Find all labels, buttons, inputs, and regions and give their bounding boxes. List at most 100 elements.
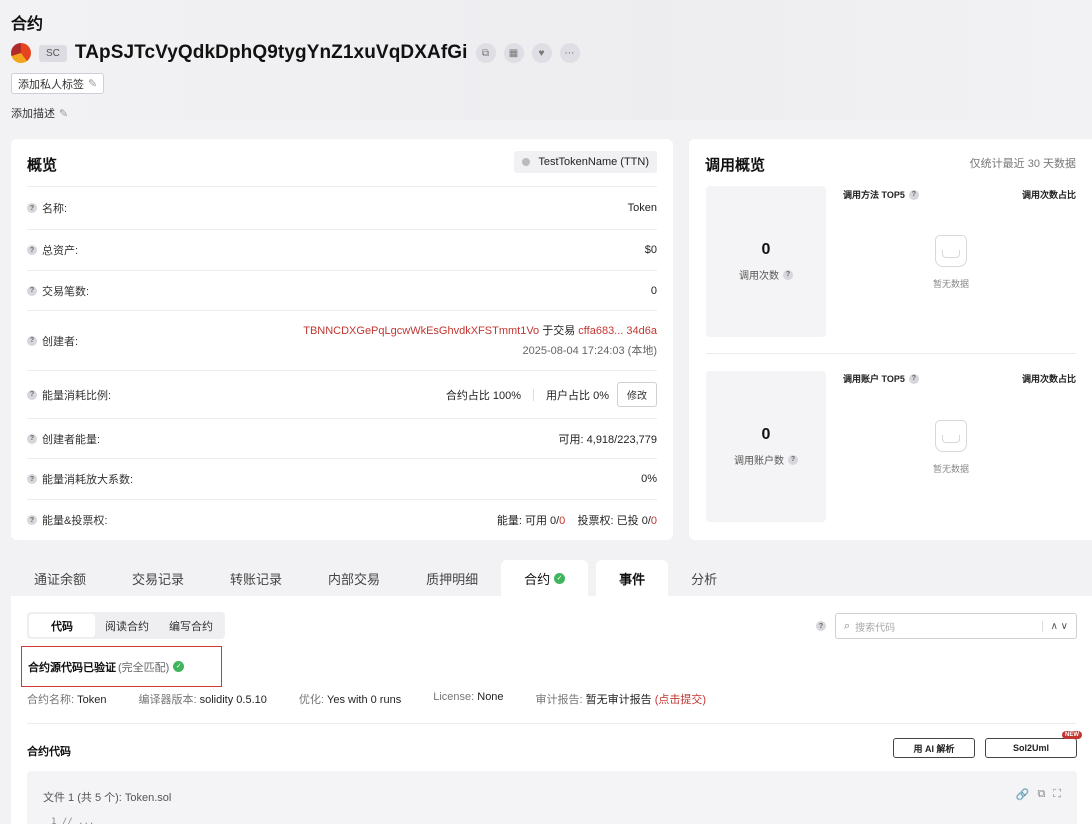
creator-value: TBNNCDXGePqLgcwWkEsGhvdkXFSTmmt1Vo 于交易 c…: [303, 321, 657, 361]
tab-internal-tx[interactable]: 内部交易: [305, 560, 403, 596]
code-segmented-control: 代码 阅读合约 编写合约: [27, 612, 225, 639]
overview-row-name: ? 名称: Token: [27, 186, 657, 229]
copy-icon[interactable]: ⧉: [1037, 788, 1045, 801]
user-share: 用户占比 0%: [546, 389, 609, 402]
help-icon[interactable]: ?: [783, 269, 793, 280]
edit-ratio-button[interactable]: 修改: [617, 382, 657, 407]
row-label: 创建者能量:: [42, 433, 101, 446]
heart-icon[interactable]: ♥: [531, 43, 552, 63]
more-icon[interactable]: ⋯: [559, 43, 580, 63]
method-head-label: 调用方法 TOP5: [843, 190, 905, 200]
contract-share: 合约占比 100%: [445, 389, 522, 402]
overview-card: 概览 TestTokenName (TTN) ? 名称: Token ? 总资产: …: [11, 139, 673, 540]
help-icon[interactable]: ?: [27, 389, 37, 400]
total-assets-value: $0: [644, 244, 657, 256]
energy-ratio-value: 合约占比 100% 用户占比 0% 修改: [446, 382, 657, 407]
help-icon[interactable]: ?: [27, 245, 37, 255]
divider: [27, 723, 1076, 724]
token-chip[interactable]: TestTokenName (TTN): [514, 151, 657, 173]
detail-tabs: 通证余额 交易记录 转账记录 内部交易 质押明细 合约 ✓ 事件 分析: [11, 560, 740, 596]
tab-stake-details[interactable]: 质押明细: [403, 560, 501, 596]
verified-shield-icon: ✓: [173, 661, 185, 672]
help-icon[interactable]: ?: [908, 189, 919, 200]
seg-code[interactable]: 代码: [29, 614, 95, 637]
contract-name: Token: [77, 694, 107, 706]
account-ratio-head: 调用次数占比: [1021, 374, 1076, 384]
search-placeholder: 搜索代码: [855, 622, 896, 634]
energy-available: 能量: 可用 0/: [496, 515, 560, 527]
calls-overview-card: 调用概览 仅统计最近 30 天数据 0 调用次数? 调用方法 TOP5? 调用次…: [689, 139, 1092, 540]
audit-report: 暂无审计报告: [585, 694, 652, 706]
sol2uml-button[interactable]: Sol2Uml: [985, 738, 1077, 758]
code-search-input[interactable]: ⌕ 搜索代码 ∧ ∨: [835, 613, 1077, 639]
account-count-box: 0 调用账户数?: [706, 371, 826, 522]
account-empty-state: 暂无数据: [921, 420, 981, 475]
fullscreen-icon[interactable]: ⛶: [1053, 788, 1061, 801]
tab-token-balance[interactable]: 通证余额: [11, 560, 109, 596]
help-icon[interactable]: ?: [27, 433, 37, 444]
calls-title: 调用概览: [705, 157, 766, 174]
creator-address-link[interactable]: TBNNCDXGePqLgcwWkEsGhvdkXFSTmmt1Vo: [303, 325, 539, 337]
license: None: [477, 691, 504, 703]
add-description-button[interactable]: 添加描述 ✎: [11, 105, 68, 121]
row-label: 能量消耗放大系数:: [42, 474, 134, 486]
add-private-tag-button[interactable]: 添加私人标签 ✎: [11, 73, 105, 94]
energy-votes-value: 能量: 可用 0/0 投票权: 已投 0/0: [497, 512, 657, 528]
row-label: 能量&投票权:: [42, 515, 108, 527]
page-title: 合约: [11, 16, 44, 33]
optimization: Yes with 0 runs: [327, 694, 402, 706]
account-top5-head: 调用账户 TOP5?: [843, 372, 919, 385]
help-icon[interactable]: ?: [27, 335, 37, 346]
verified-check-icon: ✓: [554, 572, 566, 584]
account-count-label: 调用账户数: [734, 456, 784, 467]
help-icon[interactable]: ?: [908, 373, 919, 384]
overview-row-energy-ratio: ? 能量消耗比例: 合约占比 100% 用户占比 0% 修改: [27, 370, 657, 418]
calls-note: 仅统计最近 30 天数据: [969, 158, 1076, 170]
votes-used: 投票权: 已投 0/: [577, 515, 651, 527]
verified-match: (完全匹配): [118, 661, 170, 674]
help-icon[interactable]: ?: [27, 203, 37, 213]
method-top5-head: 调用方法 TOP5?: [843, 188, 919, 201]
link-icon[interactable]: 🔗: [1016, 788, 1030, 801]
source-file-panel: 文件 1 (共 5 个): Token.sol 🔗 ⧉ ⛶ 1 // ...: [27, 771, 1077, 824]
help-icon[interactable]: ?: [27, 474, 37, 484]
energy-total: 0: [559, 515, 566, 527]
search-nav-arrows[interactable]: ∧ ∨: [1041, 620, 1068, 632]
empty-box-icon: [935, 420, 967, 452]
creator-energy-value: 可用: 4,918/223,779: [558, 433, 657, 446]
compiler-version: solidity 0.5.10: [199, 694, 267, 706]
info-key: 审计报告:: [535, 694, 583, 706]
creation-tx-link[interactable]: cffa683... 34d6a: [578, 325, 657, 337]
overview-row-tx-count: ? 交易笔数: 0: [27, 270, 657, 310]
file-name: 文件 1 (共 5 个): Token.sol: [43, 792, 172, 804]
help-icon[interactable]: ?: [788, 454, 798, 465]
seg-write-contract[interactable]: 编写合约: [159, 614, 223, 637]
help-icon[interactable]: ?: [27, 285, 37, 296]
qrcode-icon[interactable]: ▦: [503, 43, 524, 63]
votes-total: 0: [650, 515, 657, 527]
search-icon: ⌕: [844, 619, 851, 632]
submit-audit-link[interactable]: (点击提交): [655, 694, 706, 706]
overview-row-creator: ? 创建者: TBNNCDXGePqLgcwWkEsGhvdkXFSTmmt1Vo…: [27, 310, 657, 370]
tab-contract[interactable]: 合约 ✓: [501, 560, 589, 596]
tab-transfers[interactable]: 转账记录: [207, 560, 305, 596]
token-logo-icon: [11, 43, 31, 63]
separator: [533, 388, 535, 401]
ai-analyze-button[interactable]: 用 AI 解析: [893, 738, 975, 758]
seg-read-contract[interactable]: 阅读合约: [95, 614, 159, 637]
copy-icon[interactable]: ⧉: [475, 43, 496, 63]
method-ratio-head: 调用次数占比: [1021, 190, 1076, 200]
new-badge: NEW: [1062, 731, 1082, 739]
overview-row-energy-factor: ? 能量消耗放大系数: 0%: [27, 458, 657, 499]
tab-analysis[interactable]: 分析: [668, 560, 740, 596]
row-label: 能量消耗比例:: [42, 389, 112, 402]
call-count-label: 调用次数: [739, 271, 779, 282]
pencil-icon: ✎: [59, 107, 69, 120]
tab-transactions[interactable]: 交易记录: [109, 560, 207, 596]
empty-text: 暂无数据: [932, 279, 969, 289]
tab-events[interactable]: 事件: [596, 560, 669, 596]
help-icon[interactable]: ?: [816, 621, 826, 631]
row-label: 创建者:: [42, 335, 79, 348]
row-label: 交易笔数:: [42, 285, 90, 298]
help-icon[interactable]: ?: [27, 515, 37, 525]
